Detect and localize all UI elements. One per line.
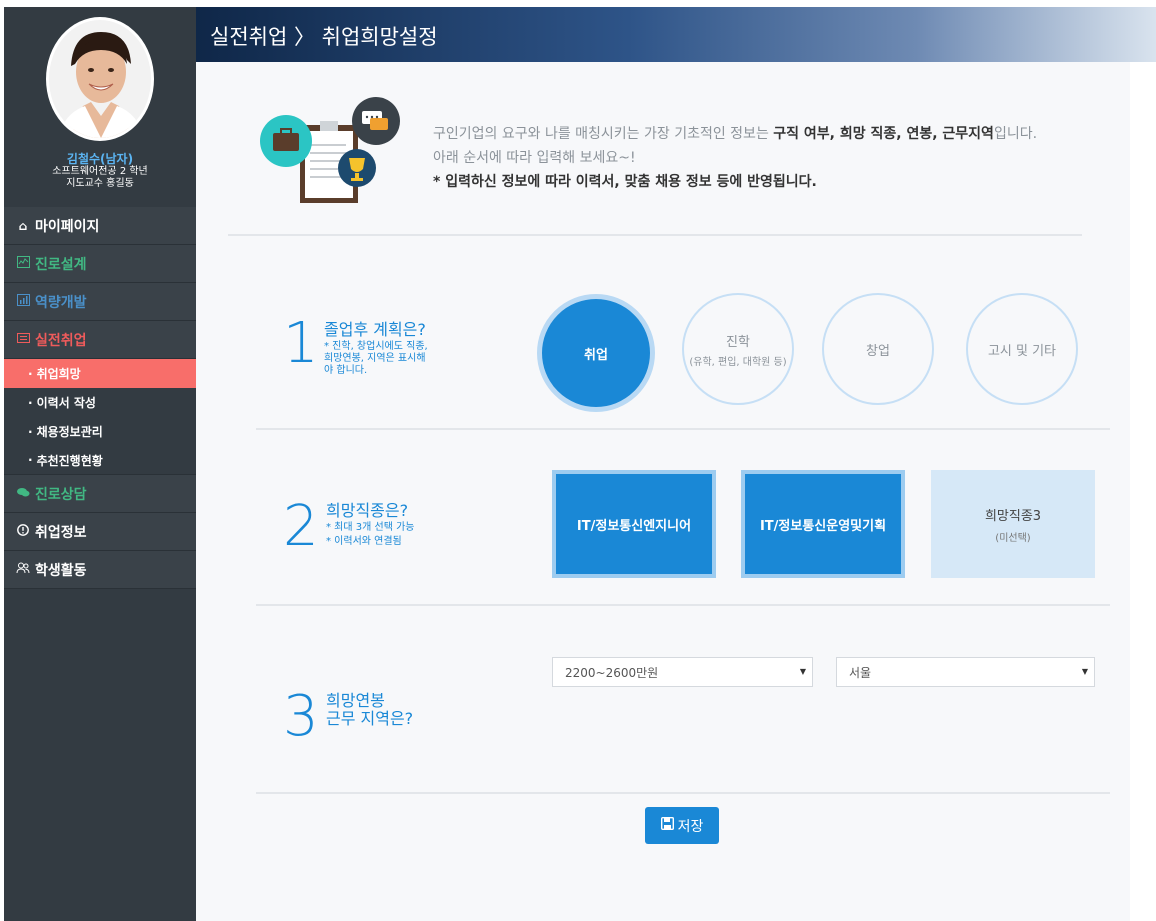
sidebar-item-job-info[interactable]: 취업정보 bbox=[4, 513, 196, 551]
sidebar-item-label: 실전취업 bbox=[35, 332, 87, 349]
main-content: 구인기업의 요구와 나를 매칭시키는 가장 기초적인 정보는 구직 여부, 희망… bbox=[196, 62, 1130, 921]
sidebar-subitem-job-hope[interactable]: · 취업희망 bbox=[4, 359, 196, 388]
plan-option-further-study[interactable]: 진학 (유학, 편입, 대학원 등) bbox=[682, 293, 794, 405]
save-button-label: 저장 bbox=[677, 818, 704, 835]
intro-note: * 입력하신 정보에 따라 이력서, 맞춤 채용 정보 등에 반영됩니다. bbox=[433, 174, 817, 190]
sidebar-item-label: 진로설계 bbox=[35, 256, 87, 273]
chat-icon bbox=[15, 487, 31, 501]
profile-name: 김철수(남자) bbox=[66, 152, 134, 166]
sidebar-nav: ⌂ 마이페이지 진로설계 역량개발 실전취업 · 취업희망 · 이력서 작성 ·… bbox=[4, 207, 196, 589]
region-select-value: 서울 bbox=[849, 665, 872, 680]
sidebar-item-label: 마이페이지 bbox=[35, 218, 100, 235]
sidebar-item-label: 역량개발 bbox=[35, 294, 87, 311]
users-icon bbox=[15, 562, 31, 577]
sidebar-subitem-label: 취업희망 bbox=[36, 367, 81, 381]
plan-option-startup[interactable]: 창업 bbox=[822, 293, 934, 405]
bullet-icon: · bbox=[28, 366, 33, 381]
step3-number: 3 bbox=[283, 684, 319, 749]
profile-advisor: 지도교수 홍길동 bbox=[66, 178, 134, 189]
job-choice-label: IT/정보통신엔지니어 bbox=[576, 518, 692, 534]
sidebar-item-competency[interactable]: 역량개발 bbox=[4, 283, 196, 321]
dropdown-arrow-icon: ▼ bbox=[799, 667, 806, 676]
sidebar-subitem-label: 이력서 작성 bbox=[36, 396, 96, 410]
salary-select[interactable]: 2200~2600만원 ▼ bbox=[552, 657, 813, 687]
home-icon: ⌂ bbox=[18, 218, 28, 233]
plan-option-label: 창업 bbox=[866, 343, 890, 359]
chart-icon bbox=[15, 256, 31, 271]
sidebar-item-career-design[interactable]: 진로설계 bbox=[4, 245, 196, 283]
divider bbox=[256, 604, 1110, 606]
divider bbox=[228, 234, 1082, 236]
intro-line1-end: 입니다. bbox=[993, 126, 1038, 142]
profile-panel: 김철수(남자) 소프트웨어전공 2 학년 지도교수 홍길동 bbox=[4, 7, 196, 207]
intro-text: 구인기업의 요구와 나를 매칭시키는 가장 기초적인 정보는 구직 여부, 희망… bbox=[433, 122, 1123, 194]
job-choice-3[interactable]: 희망직종3 (미선택) bbox=[931, 470, 1095, 578]
right-margin bbox=[1130, 62, 1156, 921]
step2-title: 희망직종은? bbox=[326, 501, 409, 520]
sidebar-item-student-activity[interactable]: 학생활동 bbox=[4, 551, 196, 589]
sidebar-item-counsel[interactable]: 진로상담 bbox=[4, 475, 196, 513]
list-icon bbox=[15, 332, 31, 347]
bar-chart-icon bbox=[15, 294, 31, 309]
page-header: 실전취업 〉 취업희망설정 bbox=[196, 7, 1156, 62]
sidebar-item-label: 진로상담 bbox=[35, 486, 87, 503]
plan-option-label: 고시 및 기타 bbox=[987, 343, 1057, 359]
step2-number: 2 bbox=[283, 494, 319, 559]
sidebar-subitem-recruit-info[interactable]: · 채용정보관리 bbox=[4, 417, 196, 446]
sidebar-item-label: 취업정보 bbox=[35, 524, 87, 541]
job-choice-sub: (미선택) bbox=[995, 532, 1031, 544]
plan-option-exam-other[interactable]: 고시 및 기타 bbox=[966, 293, 1078, 405]
divider bbox=[256, 792, 1110, 794]
profile-major: 소프트웨어전공 2 학년 bbox=[52, 166, 148, 177]
job-choice-label: 희망직종3 bbox=[984, 508, 1042, 524]
bullet-icon: · bbox=[28, 424, 33, 439]
job-choice-1[interactable]: IT/정보통신엔지니어 bbox=[552, 470, 716, 578]
intro-line1-text: 구인기업의 요구와 나를 매칭시키는 가장 기초적인 정보는 bbox=[433, 126, 774, 142]
job-choice-label: IT/정보통신운영및기획 bbox=[759, 518, 887, 534]
intro-line2: 아래 순서에 따라 입력해 보세요~! bbox=[433, 150, 636, 166]
divider bbox=[256, 428, 1110, 430]
intro-line1-bold: 구직 여부, 희망 직종, 연봉, 근무지역 bbox=[773, 126, 994, 142]
bullet-icon: · bbox=[28, 453, 33, 467]
step1-note: * 진학, 창업시에도 직종, 희망연봉, 지역은 표시해 야 합니다. bbox=[324, 341, 428, 376]
plan-option-label: 취업 bbox=[584, 347, 608, 363]
step2-note1: * 최대 3개 선택 가능 bbox=[326, 522, 415, 533]
region-select[interactable]: 서울 ▼ bbox=[836, 657, 1095, 687]
plan-option-sub: (유학, 편입, 대학원 등) bbox=[689, 356, 787, 368]
salary-select-value: 2200~2600만원 bbox=[565, 665, 659, 680]
page: 김철수(남자) 소프트웨어전공 2 학년 지도교수 홍길동 ⌂ 마이페이지 진로… bbox=[0, 0, 1156, 921]
sidebar-item-practical[interactable]: 실전취업 bbox=[4, 321, 196, 359]
sidebar-subitem-label: 채용정보관리 bbox=[36, 425, 103, 439]
sidebar-subitem-resume[interactable]: · 이력서 작성 bbox=[4, 388, 196, 417]
breadcrumb: 실전취업 〉 취업희망설정 bbox=[210, 25, 438, 49]
step2-note2: * 이력서와 연결됨 bbox=[326, 536, 402, 547]
floppy-disk-icon bbox=[660, 816, 674, 834]
sidebar-item-mypage[interactable]: ⌂ 마이페이지 bbox=[4, 207, 196, 245]
plan-option-employment[interactable]: 취업 bbox=[537, 294, 655, 412]
step1-number: 1 bbox=[283, 311, 319, 376]
bullet-icon: · bbox=[28, 395, 33, 410]
intro-line1: 구인기업의 요구와 나를 매칭시키는 가장 기초적인 정보는 구직 여부, 희망… bbox=[433, 122, 1123, 146]
job-choice-2[interactable]: IT/정보통신운영및기획 bbox=[741, 470, 905, 578]
dropdown-arrow-icon: ▼ bbox=[1081, 667, 1088, 676]
step3-title2: 근무 지역은? bbox=[326, 709, 414, 728]
plan-option-label: 진학 bbox=[726, 334, 750, 350]
sidebar-subitem-label: 추천진행현황 bbox=[36, 453, 103, 468]
intro-illustration bbox=[258, 95, 408, 205]
save-button[interactable]: 저장 bbox=[645, 807, 719, 844]
avatar-image bbox=[49, 20, 151, 138]
step3-title1: 희망연봉 bbox=[326, 691, 385, 710]
info-icon bbox=[15, 524, 31, 539]
step1-title: 졸업후 계획은? bbox=[324, 320, 426, 339]
avatar bbox=[46, 17, 154, 141]
sidebar-subitem-recommend-status[interactable]: · 추천진행현황 bbox=[4, 446, 196, 475]
sidebar: 김철수(남자) 소프트웨어전공 2 학년 지도교수 홍길동 ⌂ 마이페이지 진로… bbox=[4, 7, 196, 921]
sidebar-item-label: 학생활동 bbox=[35, 562, 87, 579]
